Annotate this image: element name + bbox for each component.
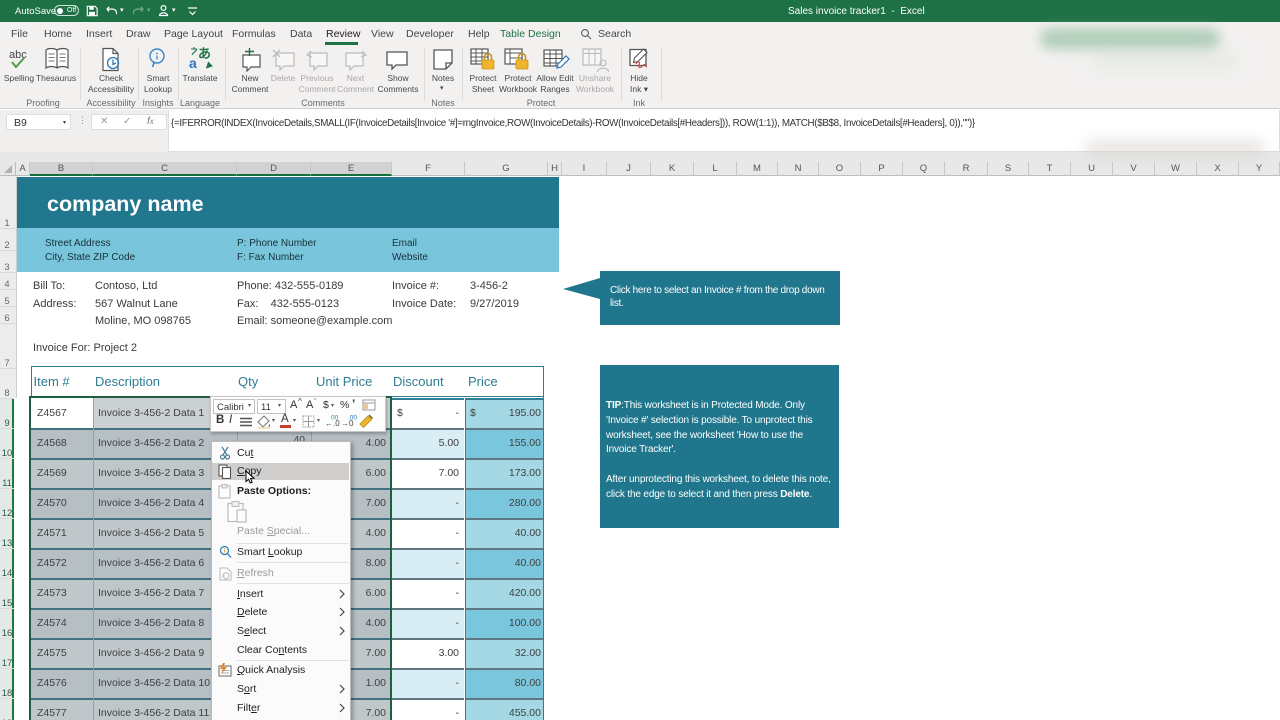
svg-text:abc: abc [9, 49, 27, 61]
svg-text:.00: .00 [348, 415, 357, 422]
svg-text:00: 00 [331, 415, 339, 422]
svg-text:あ: あ [198, 46, 211, 61]
svg-text:a: a [189, 55, 197, 71]
